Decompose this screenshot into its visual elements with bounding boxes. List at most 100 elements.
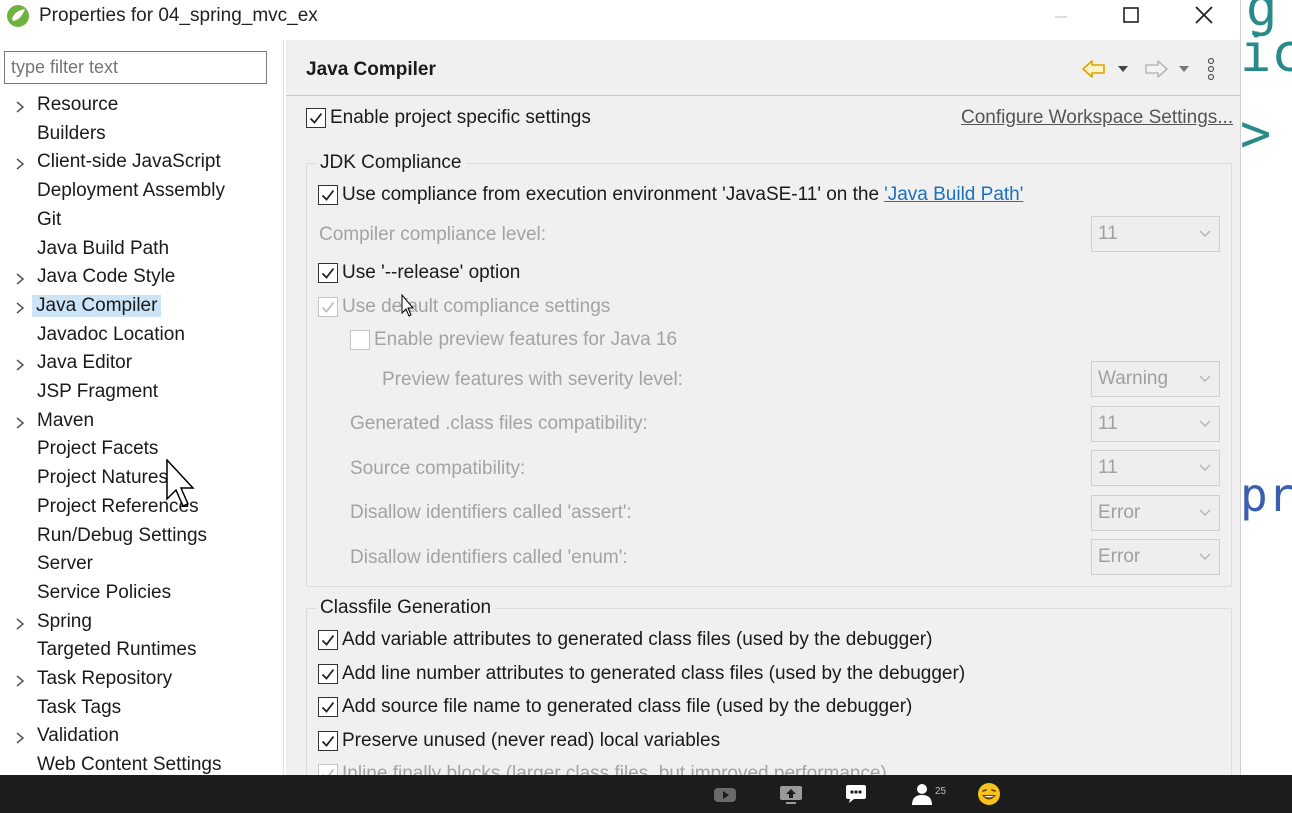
inline-finally-checkbox[interactable]: Inline finally blocks (larger class file… (318, 763, 887, 775)
tree-item-web-content-settings[interactable]: Web Content Settings (0, 752, 284, 775)
tree-item-jsp-fragment[interactable]: JSP Fragment (0, 379, 284, 407)
tree-item-project-references[interactable]: Project References (0, 494, 284, 522)
filter-input[interactable] (4, 51, 267, 84)
maximize-icon (1123, 7, 1139, 23)
tree-item-validation[interactable]: Validation (0, 723, 284, 751)
tree-item-git[interactable]: Git (0, 207, 284, 235)
tree-item-project-natures[interactable]: Project Natures (0, 465, 284, 493)
editor-glyph: > (1240, 104, 1272, 164)
spring-icon (7, 5, 29, 27)
tree-item-client-side-javascript[interactable]: Client-side JavaScript (0, 149, 284, 177)
use-release-label: Use '--release' option (342, 262, 521, 283)
chevron-right-icon[interactable] (14, 416, 26, 430)
content-pane: Java Compiler Enable project specific se… (286, 40, 1240, 775)
chevron-right-icon[interactable] (14, 731, 26, 745)
minimize-icon (1055, 16, 1067, 18)
forward-menu-button[interactable] (1178, 56, 1190, 82)
preserve-unused-label: Preserve unused (never read) local varia… (342, 730, 721, 751)
add-variable-attributes-label: Add variable attributes to generated cla… (342, 629, 933, 650)
generated-compat-select[interactable]: 11 (1091, 406, 1220, 442)
meeting-toolbar: 25 (0, 775, 1292, 813)
tree-item-task-tags[interactable]: Task Tags (0, 695, 284, 723)
back-menu-button[interactable] (1117, 56, 1129, 82)
video-icon[interactable] (712, 782, 738, 806)
tree-item-label: Server (37, 553, 93, 575)
back-button[interactable] (1081, 56, 1107, 82)
tree-item-java-compiler[interactable]: Java Compiler (0, 293, 284, 321)
chevron-right-icon[interactable] (14, 617, 26, 631)
configure-workspace-link[interactable]: Configure Workspace Settings... (961, 107, 1233, 129)
chevron-down-icon (1199, 553, 1211, 560)
tree-item-java-build-path[interactable]: Java Build Path (0, 236, 284, 264)
source-compat-value: 11 (1098, 457, 1118, 478)
preview-severity-value: Warning (1098, 368, 1169, 389)
tree-item-resource[interactable]: Resource (0, 92, 284, 120)
chevron-right-icon[interactable] (14, 272, 26, 286)
preview-severity-label: Preview features with severity level: (382, 369, 683, 390)
jdk-compliance-title: JDK Compliance (316, 152, 466, 174)
chevron-right-icon[interactable] (14, 100, 26, 114)
minimize-button[interactable] (1038, 0, 1084, 30)
compiler-level-value: 11 (1098, 223, 1118, 244)
disallow-enum-select[interactable]: Error (1091, 539, 1220, 575)
preserve-unused-checkbox[interactable]: Preserve unused (never read) local varia… (318, 730, 720, 752)
close-button[interactable] (1181, 0, 1227, 30)
add-line-number-checkbox[interactable]: Add line number attributes to generated … (318, 663, 965, 685)
chat-icon[interactable] (843, 782, 869, 806)
maximize-button[interactable] (1108, 0, 1154, 30)
enable-preview-checkbox[interactable]: Enable preview features for Java 16 (350, 329, 677, 351)
view-menu-button[interactable] (1206, 56, 1216, 82)
add-source-file-name-checkbox[interactable]: Add source file name to generated class … (318, 696, 912, 718)
emoji-icon[interactable] (976, 782, 1002, 806)
use-compliance-label: Use compliance from execution environmen… (342, 184, 880, 205)
use-compliance-checkbox[interactable]: Use compliance from execution environmen… (318, 184, 1023, 206)
checkbox-checked-icon (318, 185, 338, 205)
tree-item-java-code-style[interactable]: Java Code Style (0, 264, 284, 292)
enable-project-specific-checkbox[interactable]: Enable project specific settings (306, 107, 591, 129)
tree-item-javadoc-location[interactable]: Javadoc Location (0, 322, 284, 350)
tree-item-maven[interactable]: Maven (0, 408, 284, 436)
tree-item-task-repository[interactable]: Task Repository (0, 666, 284, 694)
disallow-enum-label: Disallow identifiers called 'enum': (350, 547, 628, 568)
chevron-down-icon (1118, 66, 1128, 72)
compiler-level-select[interactable]: 11 (1091, 216, 1220, 252)
tree-item-label: Run/Debug Settings (37, 524, 208, 546)
tree-item-label: Javadoc Location (37, 323, 185, 345)
preview-severity-select[interactable]: Warning (1091, 361, 1220, 397)
tree-item-project-facets[interactable]: Project Facets (0, 436, 284, 464)
use-default-compliance-checkbox[interactable]: Use default compliance settings (318, 296, 610, 318)
tree-item-label: Java Compiler (32, 294, 162, 317)
tree-item-server[interactable]: Server (0, 551, 284, 579)
add-variable-attributes-checkbox[interactable]: Add variable attributes to generated cla… (318, 629, 932, 651)
use-release-checkbox[interactable]: Use '--release' option (318, 262, 520, 284)
tree-item-label: JSP Fragment (37, 381, 159, 402)
tree-item-deployment-assembly[interactable]: Deployment Assembly (0, 178, 284, 206)
chevron-right-icon[interactable] (14, 674, 26, 688)
tree-item-run-debug-settings[interactable]: Run/Debug Settings (0, 523, 284, 551)
chevron-right-icon[interactable] (14, 358, 26, 372)
disallow-assert-select[interactable]: Error (1091, 495, 1220, 531)
add-source-file-name-label: Add source file name to generated class … (342, 696, 913, 717)
chevron-right-icon[interactable] (14, 157, 26, 171)
add-line-number-label: Add line number attributes to generated … (342, 663, 966, 684)
tree-item-label: Java Code Style (37, 266, 176, 288)
page-header: Java Compiler (286, 40, 1240, 96)
tree-item-label: Task Tags (37, 696, 122, 718)
tree-item-spring[interactable]: Spring (0, 609, 284, 637)
source-compat-select[interactable]: 11 (1091, 450, 1220, 486)
tree-item-label: Project Natures (37, 467, 168, 489)
tree-item-label: Maven (37, 409, 95, 431)
chevron-right-icon[interactable] (14, 301, 26, 315)
tree-item-java-editor[interactable]: Java Editor (0, 350, 284, 378)
properties-dialog: Properties for 04_spring_mvc_ex Resource… (0, 0, 1241, 775)
participants-icon[interactable] (909, 782, 935, 806)
disallow-assert-label: Disallow identifiers called 'assert': (350, 502, 632, 523)
tree-item-service-policies[interactable]: Service Policies (0, 580, 284, 608)
java-build-path-link[interactable]: 'Java Build Path' (884, 184, 1023, 206)
participant-count: 25 (935, 786, 947, 797)
forward-button[interactable] (1143, 56, 1169, 82)
navigation-pane: Resource Builders Client-side JavaScript De… (0, 40, 284, 775)
tree-item-builders[interactable]: Builders (0, 121, 284, 149)
tree-item-targeted-runtimes[interactable]: Targeted Runtimes (0, 637, 284, 665)
share-screen-icon[interactable] (778, 782, 804, 806)
